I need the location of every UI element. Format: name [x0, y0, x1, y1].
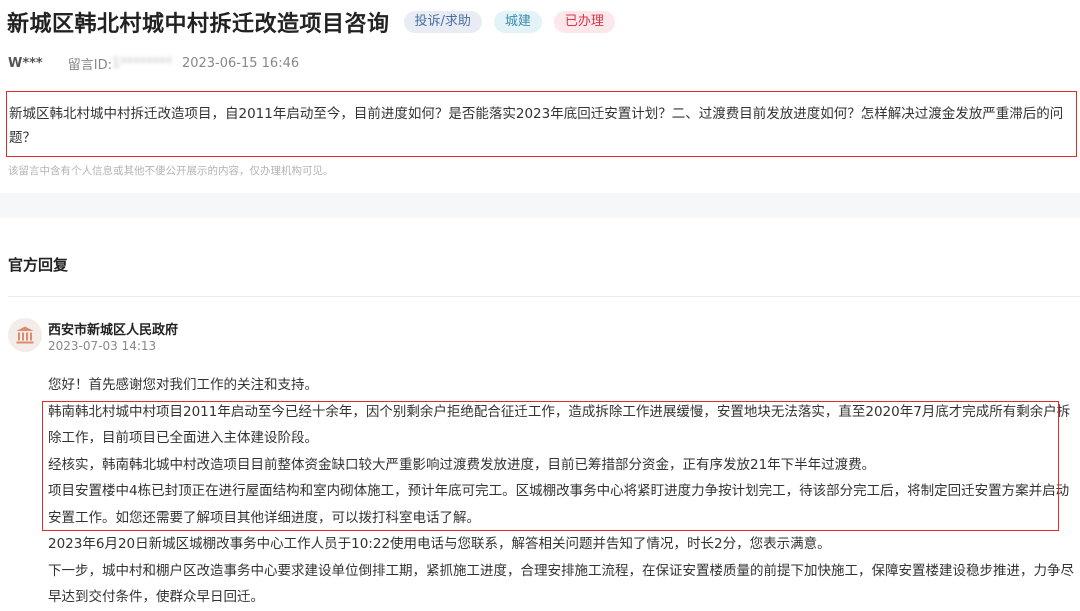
government-building-icon	[8, 318, 42, 352]
message-datetime: 2023-06-15 16:46	[181, 56, 300, 71]
reply-paragraph: 项目安置楼中4栋已封顶正在进行屋面结构和室内砌体施工，预计年底可完工。区城棚改事…	[48, 483, 1070, 526]
reply-paragraph: 2023年6月20日新城区城棚改事务中心工作人员于10:22使用电话与您联系，解…	[48, 536, 831, 552]
reply-divider	[8, 296, 1080, 297]
question-text: 新城区韩北村城中村拆迁改造项目，自2011年启动至今，目前进度如何？是否能落实2…	[9, 106, 1064, 146]
message-id-value: 1********	[111, 56, 173, 71]
reply-body: 您好！首先感谢您对我们工作的关注和支持。 韩南韩北村城中村项目2011年启动至今…	[48, 372, 1078, 611]
reply-heading: 官方回复	[8, 256, 69, 274]
message-author: W***	[8, 56, 43, 71]
reply-org-name: 西安市新城区人民政府	[48, 323, 179, 338]
section-divider	[0, 193, 1080, 218]
reply-paragraph: 经核实，韩南韩北城中村改造项目目前整体资金缺口较大严重影响过渡费发放进度，目前已…	[48, 456, 876, 473]
status-badge: 已办理	[553, 11, 615, 33]
page-title: 新城区韩北村城中村拆迁改造项目咨询	[7, 12, 390, 37]
title-row: 新城区韩北村城中村拆迁改造项目咨询 投诉/求助 城建 已办理	[7, 6, 615, 38]
question-highlight-box: 新城区韩北村城中村拆迁改造项目，自2011年启动至今，目前进度如何？是否能落实2…	[6, 91, 1077, 157]
reply-paragraph: 您好！首先感谢您对我们工作的关注和支持。	[48, 377, 318, 393]
privacy-note: 该留言中含有个人信息或其他不便公开展示的内容，仅办理机构可见。	[8, 165, 334, 177]
reply-org-date: 2023-07-03 14:13	[48, 339, 157, 353]
tag-type[interactable]: 投诉/求助	[403, 11, 482, 33]
reply-paragraph: 韩南韩北村城中村项目2011年启动至今已经十余年，因个别剩余户拒绝配合征迁工作，…	[48, 403, 1071, 447]
reply-paragraph: 下一步，城中村和棚户区改造事务中心要求建设单位倒排工期，紧抓施工进度，合理安排施…	[48, 562, 1074, 606]
message-id-label: 留言ID:	[67, 58, 112, 73]
tag-domain[interactable]: 城建	[493, 11, 542, 33]
message-meta: W*** 留言ID: 1******** 2023-06-15 16:46	[8, 54, 299, 73]
